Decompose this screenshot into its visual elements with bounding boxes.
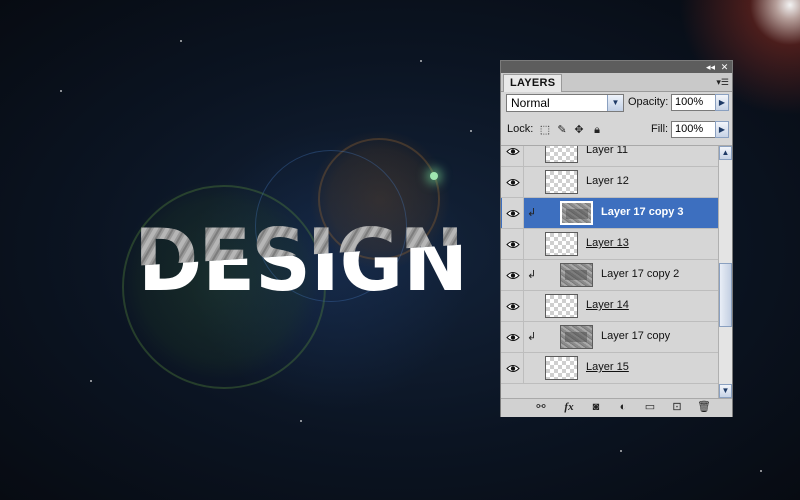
layer-row[interactable]: Layer 12 — [501, 167, 718, 198]
lock-all-icon[interactable]: 🔒︎ — [591, 124, 603, 136]
delete-layer-icon[interactable]: 🗑︎ — [696, 401, 712, 414]
layer-thumbnail[interactable] — [545, 146, 578, 163]
blend-mode-select[interactable]: Normal ▼ — [506, 94, 624, 112]
visibility-eye-icon[interactable] — [502, 198, 524, 228]
chevron-down-icon[interactable]: ▼ — [607, 95, 623, 111]
lock-label: Lock: — [507, 123, 534, 135]
visibility-eye-icon[interactable] — [502, 291, 524, 321]
fill-label: Fill: — [651, 123, 669, 135]
new-layer-icon[interactable]: ⊡ — [669, 401, 685, 414]
layer-name[interactable]: Layer 17 copy 2 — [601, 268, 679, 280]
layer-thumbnail[interactable] — [545, 232, 578, 256]
clipping-mask-icon: ↲ — [527, 207, 537, 219]
lock-position-icon[interactable]: ✥ — [573, 124, 585, 136]
layer-row[interactable]: ↲ Layer 17 copy — [501, 322, 718, 353]
layers-panel: ◂◂ ✕ LAYERS ▾☰ Normal ▼ Opacity: 100% ▶ … — [500, 60, 733, 417]
layer-name[interactable]: Layer 17 copy 3 — [601, 206, 684, 218]
visibility-eye-icon[interactable] — [502, 167, 524, 197]
star — [180, 40, 182, 42]
close-panel-button[interactable]: ✕ — [719, 62, 730, 72]
star — [90, 380, 92, 382]
link-layers-icon[interactable]: ⚯ — [533, 401, 549, 414]
visibility-eye-icon[interactable] — [502, 322, 524, 352]
opacity-label: Opacity: — [628, 96, 669, 108]
layer-row[interactable]: Layer 13 — [501, 229, 718, 260]
fx-icon[interactable]: fx — [561, 401, 577, 414]
layer-thumbnail[interactable] — [545, 356, 578, 380]
layer-thumbnail[interactable] — [560, 263, 593, 287]
panel-bottom-toolbar: ⚯ fx ◙ ◐ ▭ ⊡ 🗑︎ — [501, 398, 732, 417]
visibility-eye-icon[interactable] — [502, 260, 524, 290]
layers-list: Layer 11 Layer 12 ↲ Layer 17 copy 3 Layer 13… — [501, 146, 718, 398]
scroll-thumb[interactable] — [719, 263, 732, 327]
panel-titlebar[interactable]: ◂◂ ✕ — [501, 61, 732, 73]
layer-row[interactable]: Layer 14 — [501, 291, 718, 322]
scroll-up-button[interactable]: ▲ — [719, 146, 732, 160]
lock-transparent-icon[interactable]: ⬚ — [539, 124, 551, 136]
layer-thumbnail[interactable] — [545, 294, 578, 318]
layer-name[interactable]: Layer 17 copy — [601, 330, 670, 342]
clipping-mask-icon: ↲ — [527, 331, 537, 343]
adjustment-layer-icon[interactable]: ◐ — [615, 401, 631, 414]
panel-menu-icon[interactable]: ▾☰ — [716, 77, 729, 88]
layer-thumbnail[interactable] — [560, 201, 593, 225]
scroll-down-button[interactable]: ▼ — [719, 384, 732, 398]
star — [60, 90, 62, 92]
visibility-eye-icon[interactable] — [502, 146, 524, 166]
layer-name[interactable]: Layer 11 — [586, 146, 628, 156]
star — [470, 130, 472, 132]
new-group-icon[interactable]: ▭ — [642, 401, 658, 414]
lens-flare-spark — [430, 172, 438, 180]
blend-opacity-row: Normal ▼ Opacity: 100% ▶ — [501, 92, 732, 116]
layer-name[interactable]: Layer 15 — [586, 361, 629, 373]
layer-thumbnail[interactable] — [545, 170, 578, 194]
visibility-eye-icon[interactable] — [502, 229, 524, 259]
layer-row[interactable]: Layer 11 — [501, 146, 718, 167]
layer-name[interactable]: Layer 14 — [586, 299, 629, 311]
tab-layers[interactable]: LAYERS — [503, 74, 563, 92]
star — [300, 420, 302, 422]
layer-row[interactable]: ↲ Layer 17 copy 3 — [501, 198, 718, 229]
star — [620, 450, 622, 452]
visibility-eye-icon[interactable] — [502, 353, 524, 383]
clipping-mask-icon: ↲ — [527, 269, 537, 281]
blend-mode-value: Normal — [511, 96, 550, 110]
design-artwork-text: DESIGN DESIGN — [134, 212, 468, 306]
lock-image-icon[interactable]: ✎ — [556, 124, 568, 136]
panel-tab-row: LAYERS ▾☰ — [501, 73, 732, 92]
layers-scrollbar[interactable]: ▲ ▼ — [718, 146, 732, 398]
fill-input[interactable]: 100% — [671, 121, 719, 138]
layer-name[interactable]: Layer 12 — [586, 175, 629, 187]
add-mask-icon[interactable]: ◙ — [588, 401, 604, 414]
layer-name[interactable]: Layer 13 — [586, 237, 629, 249]
fill-slider-button[interactable]: ▶ — [715, 121, 729, 138]
layer-row[interactable]: Layer 15 — [501, 353, 718, 384]
layer-row[interactable]: ↲ Layer 17 copy 2 — [501, 260, 718, 291]
lock-fill-row: Lock: ⬚ ✎ ✥ 🔒︎ Fill: 100% ▶ — [501, 119, 732, 143]
layer-thumbnail[interactable] — [560, 325, 593, 349]
star — [420, 60, 422, 62]
star — [760, 470, 762, 472]
opacity-input[interactable]: 100% — [671, 94, 719, 111]
opacity-slider-button[interactable]: ▶ — [715, 94, 729, 111]
collapse-panel-button[interactable]: ◂◂ — [705, 62, 716, 72]
